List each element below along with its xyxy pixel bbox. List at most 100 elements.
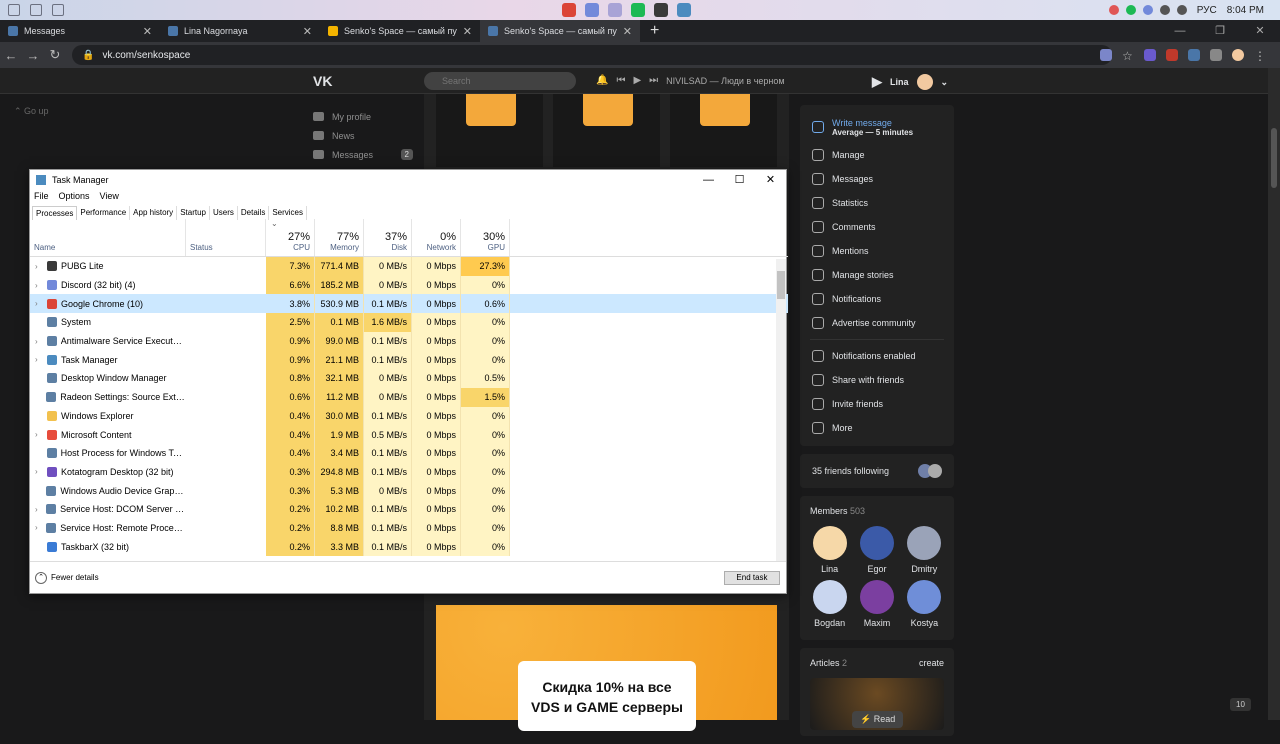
community-action[interactable]: More bbox=[800, 416, 954, 440]
play-icon[interactable]: ▶ bbox=[633, 75, 641, 86]
tab-startup[interactable]: Startup bbox=[177, 206, 210, 220]
write-message-button[interactable]: Write message Average — 5 minutes bbox=[800, 111, 954, 143]
chevron-right-icon[interactable]: › bbox=[35, 505, 42, 514]
tray-volume-icon[interactable] bbox=[1176, 5, 1187, 15]
user-menu[interactable]: ▶ Lina ⌄ bbox=[872, 74, 948, 90]
tab-users[interactable]: Users bbox=[210, 206, 238, 220]
page-scrollbar[interactable] bbox=[1268, 68, 1280, 720]
star-icon[interactable]: ☆ bbox=[1122, 49, 1134, 63]
table-row[interactable]: Windows Explorer 0.4% 30.0 MB 0.1 MB/s 0 Mbp… bbox=[30, 406, 788, 426]
bell-icon[interactable]: 🔔 bbox=[596, 75, 608, 86]
search-input[interactable] bbox=[424, 72, 576, 90]
articles-header[interactable]: Articles 2 bbox=[810, 658, 847, 668]
tab-close-icon[interactable]: ✕ bbox=[303, 25, 312, 38]
table-row[interactable]: Windows Audio Device Graph Is... 0.3% 5.3 … bbox=[30, 481, 788, 500]
member-item[interactable]: Lina bbox=[806, 526, 853, 574]
community-action[interactable]: Messages bbox=[800, 167, 954, 191]
menu-file[interactable]: File bbox=[34, 191, 49, 201]
back-icon[interactable]: ← bbox=[0, 48, 22, 63]
community-action[interactable]: Notifications enabled bbox=[800, 344, 954, 368]
pubg-icon[interactable] bbox=[654, 3, 668, 17]
table-row[interactable]: › Discord (32 bit) (4) 6.6% 185.2 MB 0 MB/s 0… bbox=[30, 275, 788, 295]
community-action[interactable]: Mentions bbox=[800, 239, 954, 263]
chevron-up-icon[interactable]: ⌃ bbox=[35, 571, 47, 584]
chevron-right-icon[interactable]: › bbox=[35, 430, 43, 439]
edit-icon[interactable] bbox=[30, 4, 42, 16]
settings-icon[interactable] bbox=[8, 4, 20, 16]
community-action[interactable]: Advertise community bbox=[800, 311, 954, 335]
close-icon[interactable]: ✕ bbox=[755, 170, 786, 190]
member-item[interactable]: Maxim bbox=[853, 580, 900, 628]
tray-discord-icon[interactable] bbox=[1142, 5, 1153, 15]
table-row[interactable]: › Antimalware Service Executable 0.9% 99.0 … bbox=[30, 331, 788, 351]
page-counter[interactable]: 10 bbox=[1230, 698, 1251, 711]
forward-icon[interactable]: → bbox=[22, 48, 44, 63]
spotify-icon[interactable] bbox=[631, 3, 645, 17]
chevron-right-icon[interactable]: › bbox=[35, 281, 43, 290]
left-menu-item[interactable]: News bbox=[313, 126, 413, 145]
tray-clock[interactable]: 8:04 PM bbox=[1227, 5, 1264, 16]
member-item[interactable]: Dmitry bbox=[901, 526, 948, 574]
now-playing[interactable]: NIVILSAD — Люди в черном bbox=[666, 76, 784, 86]
article-preview[interactable]: ⚡ Read bbox=[810, 678, 944, 730]
photo-thumbnail[interactable] bbox=[670, 94, 777, 167]
column-header-gpu[interactable]: 30% GPU bbox=[461, 219, 510, 256]
fewer-details-link[interactable]: Fewer details bbox=[51, 573, 99, 582]
menu-view[interactable]: View bbox=[100, 191, 119, 201]
end-task-button[interactable]: End task bbox=[724, 571, 780, 585]
community-action[interactable]: Manage bbox=[800, 143, 954, 167]
community-action[interactable]: Share with friends bbox=[800, 368, 954, 392]
photo-thumbnail[interactable] bbox=[436, 94, 543, 167]
tab-processes[interactable]: Processes bbox=[32, 206, 78, 220]
task-manager-icon[interactable] bbox=[677, 3, 691, 17]
tab-close-icon[interactable]: ✕ bbox=[623, 25, 632, 38]
chevron-right-icon[interactable]: › bbox=[35, 355, 43, 364]
chevron-right-icon[interactable]: › bbox=[35, 262, 43, 271]
table-row[interactable]: Desktop Window Manager 0.8% 32.1 MB 0 MB/s 0… bbox=[30, 369, 788, 388]
community-action[interactable]: Statistics bbox=[800, 191, 954, 215]
tab-close-icon[interactable]: ✕ bbox=[143, 25, 152, 38]
table-row[interactable]: Host Process for Windows Tasks 0.4% 3.4 MB… bbox=[30, 443, 788, 463]
member-item[interactable]: Bogdan bbox=[806, 580, 853, 628]
table-row[interactable]: Radeon Settings: Source Extensi... 0.6% 11… bbox=[30, 387, 788, 407]
new-tab-button[interactable]: + bbox=[640, 20, 669, 42]
left-menu-item[interactable]: Messages 2 bbox=[313, 145, 413, 164]
extension-icon[interactable] bbox=[1144, 49, 1156, 61]
tray-language[interactable]: РУС bbox=[1197, 5, 1217, 16]
column-header-network[interactable]: 0% Network bbox=[412, 219, 461, 256]
kotatogram-icon[interactable] bbox=[608, 3, 622, 17]
table-row[interactable]: System 2.5% 0.1 MB 1.6 MB/s 0 Mbps 0% bbox=[30, 313, 788, 332]
prev-track-icon[interactable]: ⏮ bbox=[616, 75, 625, 86]
table-row[interactable]: › Google Chrome (10) 3.8% 530.9 MB 0.1 MB/s 0… bbox=[30, 294, 788, 314]
tab-performance[interactable]: Performance bbox=[77, 206, 131, 220]
chevron-right-icon[interactable]: › bbox=[35, 467, 43, 476]
omnibox[interactable]: 🔒 vk.com/senkospace bbox=[72, 45, 1112, 65]
table-row[interactable]: › Microsoft Content 0.4% 1.9 MB 0.5 MB/s 0 Mb… bbox=[30, 425, 788, 444]
restore-icon[interactable]: ❐ bbox=[1200, 20, 1240, 42]
menu-options[interactable]: Options bbox=[59, 191, 90, 201]
maximize-icon[interactable]: ☐ bbox=[724, 170, 755, 190]
table-row[interactable]: › Kotatogram Desktop (32 bit) 0.3% 294.8 MB… bbox=[30, 462, 788, 482]
vk-logo[interactable]: VK bbox=[313, 73, 332, 89]
table-row[interactable]: › Service Host: Remote Procedure... 0.2% 8.… bbox=[30, 518, 788, 538]
column-header-disk[interactable]: 37% Disk bbox=[364, 219, 412, 256]
grid-icon[interactable] bbox=[52, 4, 64, 16]
table-row[interactable]: › Service Host: DCOM Server Proc... 0.2%10… bbox=[30, 499, 788, 519]
minimize-icon[interactable]: — bbox=[1160, 20, 1200, 42]
go-up-link[interactable]: ⌃ Go up bbox=[14, 106, 49, 117]
promo-banner[interactable]: Скидка 10% на все VDS и GAME серверы bbox=[436, 605, 777, 731]
vk-extension-icon[interactable] bbox=[1188, 49, 1200, 61]
browser-tab[interactable]: Messages ✕ bbox=[0, 20, 160, 42]
play-icon-large[interactable]: ▶ bbox=[872, 74, 882, 90]
chrome-icon[interactable] bbox=[562, 3, 576, 17]
translate-icon[interactable] bbox=[1100, 49, 1112, 61]
left-menu-item[interactable]: My profile bbox=[313, 107, 413, 126]
tab-app-history[interactable]: App history bbox=[130, 206, 178, 220]
close-icon[interactable]: ✕ bbox=[1240, 20, 1280, 42]
community-action[interactable]: Manage stories bbox=[800, 263, 954, 287]
discord-icon[interactable] bbox=[585, 3, 599, 17]
title-bar[interactable]: Task Manager — ☐ ✕ bbox=[30, 170, 786, 190]
table-row[interactable]: TaskbarX (32 bit) 0.2% 3.3 MB 0.1 MB/s 0 Mbp… bbox=[30, 537, 788, 556]
photo-thumbnail[interactable] bbox=[553, 94, 660, 167]
profile-avatar[interactable] bbox=[1232, 49, 1244, 61]
